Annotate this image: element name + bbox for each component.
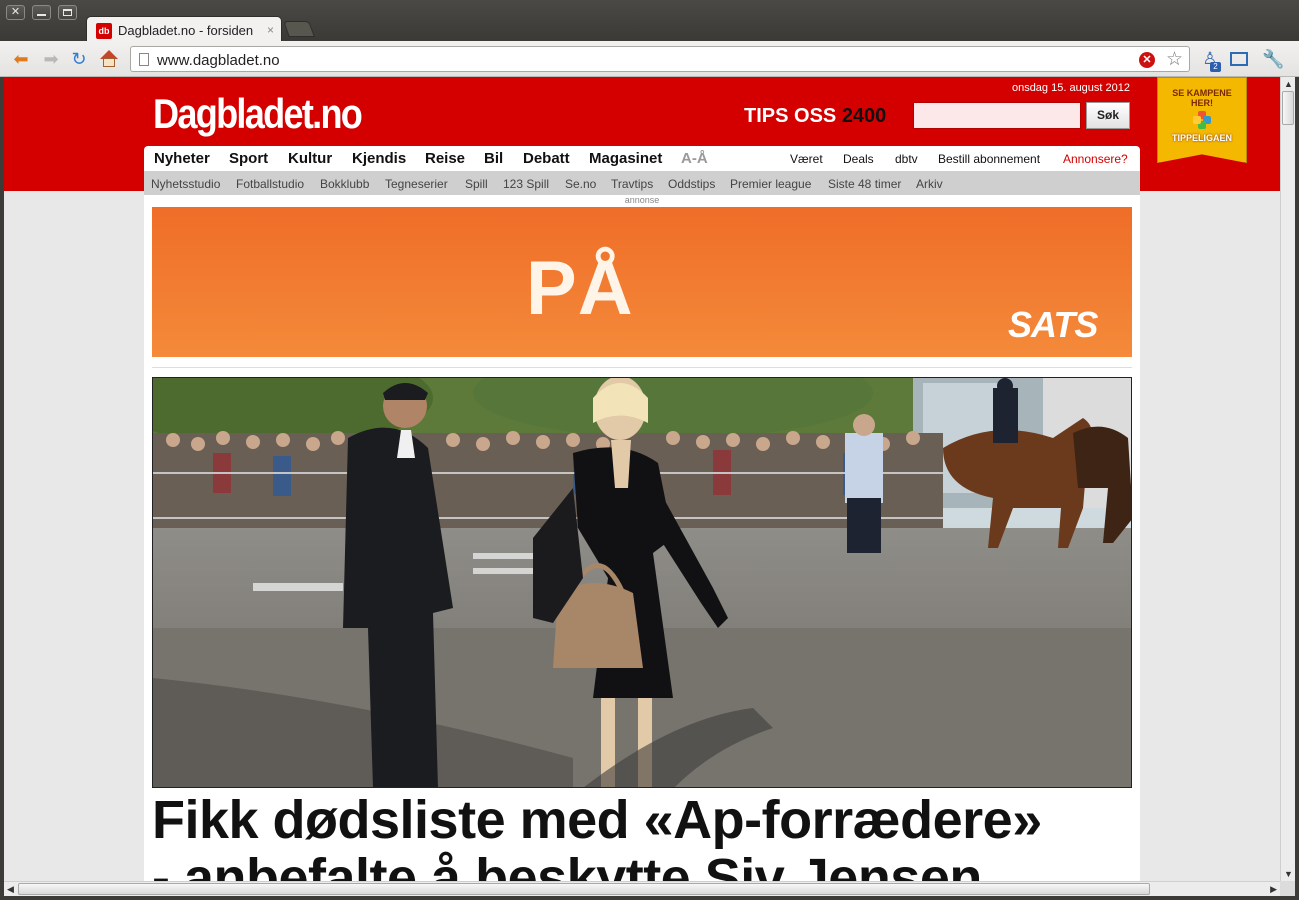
bookmark-star-icon[interactable]: ☆ — [1166, 48, 1183, 71]
horizontal-scrollbar[interactable]: ◀ ▶ — [4, 881, 1280, 896]
tab-close-icon[interactable]: × — [267, 23, 274, 37]
tippeligaen-line1: SE KAMPENE — [1172, 88, 1232, 98]
adblock-icon[interactable]: ✕ — [1139, 52, 1155, 68]
vertical-scroll-thumb[interactable] — [1282, 91, 1294, 125]
scroll-down-arrow-icon[interactable]: ▼ — [1284, 869, 1293, 879]
headline-line2: - anbefalte å beskytte Siv Jensen — [152, 848, 982, 881]
scrollbar-corner — [1280, 881, 1295, 896]
nav-item-sport[interactable]: Sport — [229, 150, 268, 167]
nav-item-deals[interactable]: Deals — [843, 152, 874, 166]
article-headline[interactable]: Fikk dødsliste med «Ap-forrædere» - anbe… — [152, 791, 1137, 881]
subnav-item-bokklubb[interactable]: Bokklubb — [320, 177, 369, 191]
ad-label: annonse — [624, 195, 660, 205]
tippeligaen-logo-icon — [1193, 111, 1211, 129]
tippeligaen-badge[interactable]: SE KAMPENE HER! TIPPELIGAEN — [1157, 77, 1247, 163]
window-minimize-button[interactable] — [32, 5, 51, 20]
current-date: onsdag 15. august 2012 — [1011, 82, 1130, 94]
subnav-item-tegneserier[interactable]: Tegneserier — [385, 177, 448, 191]
main-nav: Nyheter Sport Kultur Kjendis Reise Bil D… — [144, 146, 1140, 171]
new-tab-button[interactable] — [283, 21, 315, 37]
search-input[interactable] — [913, 102, 1081, 129]
window-maximize-button[interactable] — [58, 5, 77, 20]
site-logo[interactable]: Dagbladet.no — [153, 90, 363, 138]
nav-item-nyheter[interactable]: Nyheter — [154, 150, 210, 167]
page-viewport: SE KAMPENE HER! TIPPELIGAEN Dagbladet.no… — [4, 77, 1280, 881]
headline-line1: Fikk dødsliste med «Ap-forrædere» — [152, 790, 1042, 850]
nav-item-debatt[interactable]: Debatt — [523, 150, 570, 167]
url-text[interactable]: www.dagbladet.no — [157, 52, 280, 69]
tab-title: Dagbladet.no - forsiden — [118, 23, 254, 38]
tips-label: TIPS OSS — [744, 105, 837, 127]
address-bar[interactable]: www.dagbladet.no ✕ ☆ — [130, 46, 1190, 72]
vertical-scrollbar[interactable]: ▲ ▼ — [1280, 77, 1295, 881]
tippeligaen-name: TIPPELIGAEN — [1171, 133, 1232, 143]
tips-number: 2400 — [841, 105, 887, 127]
subnav-item-travtips[interactable]: Travtips — [611, 177, 653, 191]
maximize-icon — [63, 9, 72, 16]
subnav-item-oddstips[interactable]: Oddstips — [668, 177, 715, 191]
tippeligaen-text: SE KAMPENE HER! — [1158, 88, 1246, 108]
scroll-up-arrow-icon[interactable]: ▲ — [1284, 79, 1293, 89]
subnav-item-nyhetsstudio[interactable]: Nyhetsstudio — [151, 177, 220, 191]
tippeligaen-line2: HER! — [1191, 98, 1213, 108]
screen-capture-icon[interactable] — [1228, 48, 1250, 70]
nav-item-annonsere[interactable]: Annonsere? — [1063, 152, 1128, 166]
wrench-menu-icon[interactable]: 🔧 — [1262, 48, 1284, 70]
article-photo-illustration — [153, 378, 1131, 787]
forward-arrow-icon[interactable]: ➡ — [40, 48, 62, 70]
subnav-item-spill[interactable]: Spill — [465, 177, 488, 191]
nav-item-a-aa[interactable]: A-Å — [681, 150, 708, 167]
content-divider — [152, 367, 1132, 368]
extension-badge: 2 — [1210, 62, 1221, 72]
scroll-right-arrow-icon[interactable]: ▶ — [1270, 884, 1277, 895]
subnav-item-123-spill[interactable]: 123 Spill — [503, 177, 549, 191]
sub-nav: Nyhetsstudio Fotballstudio Bokklubb Tegn… — [144, 171, 1140, 195]
ad-text: PÅ — [526, 246, 634, 331]
nav-item-reise[interactable]: Reise — [425, 150, 465, 167]
subnav-item-siste-48-timer[interactable]: Siste 48 timer — [828, 177, 901, 191]
window-titlebar: ✕ db Dagbladet.no - forsiden × — [0, 0, 1299, 42]
article-photo[interactable] — [152, 377, 1132, 788]
window-close-button[interactable]: ✕ — [6, 5, 25, 20]
tips-banner[interactable]: TIPS OSS 2400 — [744, 105, 886, 128]
nav-item-kultur[interactable]: Kultur — [288, 150, 332, 167]
main-content: annonse PÅ SATS Fikk dødsliste med «Ap-f… — [144, 195, 1140, 881]
back-arrow-icon[interactable]: ⬅ — [10, 48, 32, 70]
page-icon — [139, 53, 149, 66]
nav-item-dbtv[interactable]: dbtv — [895, 152, 918, 166]
sats-advertisement[interactable]: PÅ SATS — [152, 207, 1132, 357]
search-button[interactable]: Søk — [1086, 102, 1130, 129]
minimize-icon — [37, 14, 46, 16]
page-container: Dagbladet.no onsdag 15. august 2012 TIPS… — [144, 77, 1140, 881]
scroll-left-arrow-icon[interactable]: ◀ — [7, 884, 14, 895]
subnav-item-premier-league[interactable]: Premier league — [730, 177, 811, 191]
dagbladet-favicon-icon: db — [96, 23, 112, 39]
nav-item-bestill-abonnement[interactable]: Bestill abonnement — [938, 152, 1040, 166]
nav-item-kjendis[interactable]: Kjendis — [352, 150, 406, 167]
subnav-item-se-no[interactable]: Se.no — [565, 177, 596, 191]
reload-icon[interactable]: ↻ — [68, 48, 90, 70]
horizontal-scroll-thumb[interactable] — [18, 883, 1150, 895]
subnav-item-fotballstudio[interactable]: Fotballstudio — [236, 177, 304, 191]
home-icon[interactable] — [98, 48, 120, 70]
ad-brand: SATS — [1008, 304, 1098, 345]
nav-item-vaeret[interactable]: Været — [790, 152, 823, 166]
browser-toolbar: ⬅ ➡ ↻ www.dagbladet.no ✕ ☆ ♙ 2 🔧 — [0, 41, 1299, 77]
browser-tab-active[interactable]: db Dagbladet.no - forsiden × — [86, 16, 282, 42]
nav-item-magasinet[interactable]: Magasinet — [589, 150, 662, 167]
nav-item-bil[interactable]: Bil — [484, 150, 503, 167]
subnav-item-arkiv[interactable]: Arkiv — [916, 177, 943, 191]
